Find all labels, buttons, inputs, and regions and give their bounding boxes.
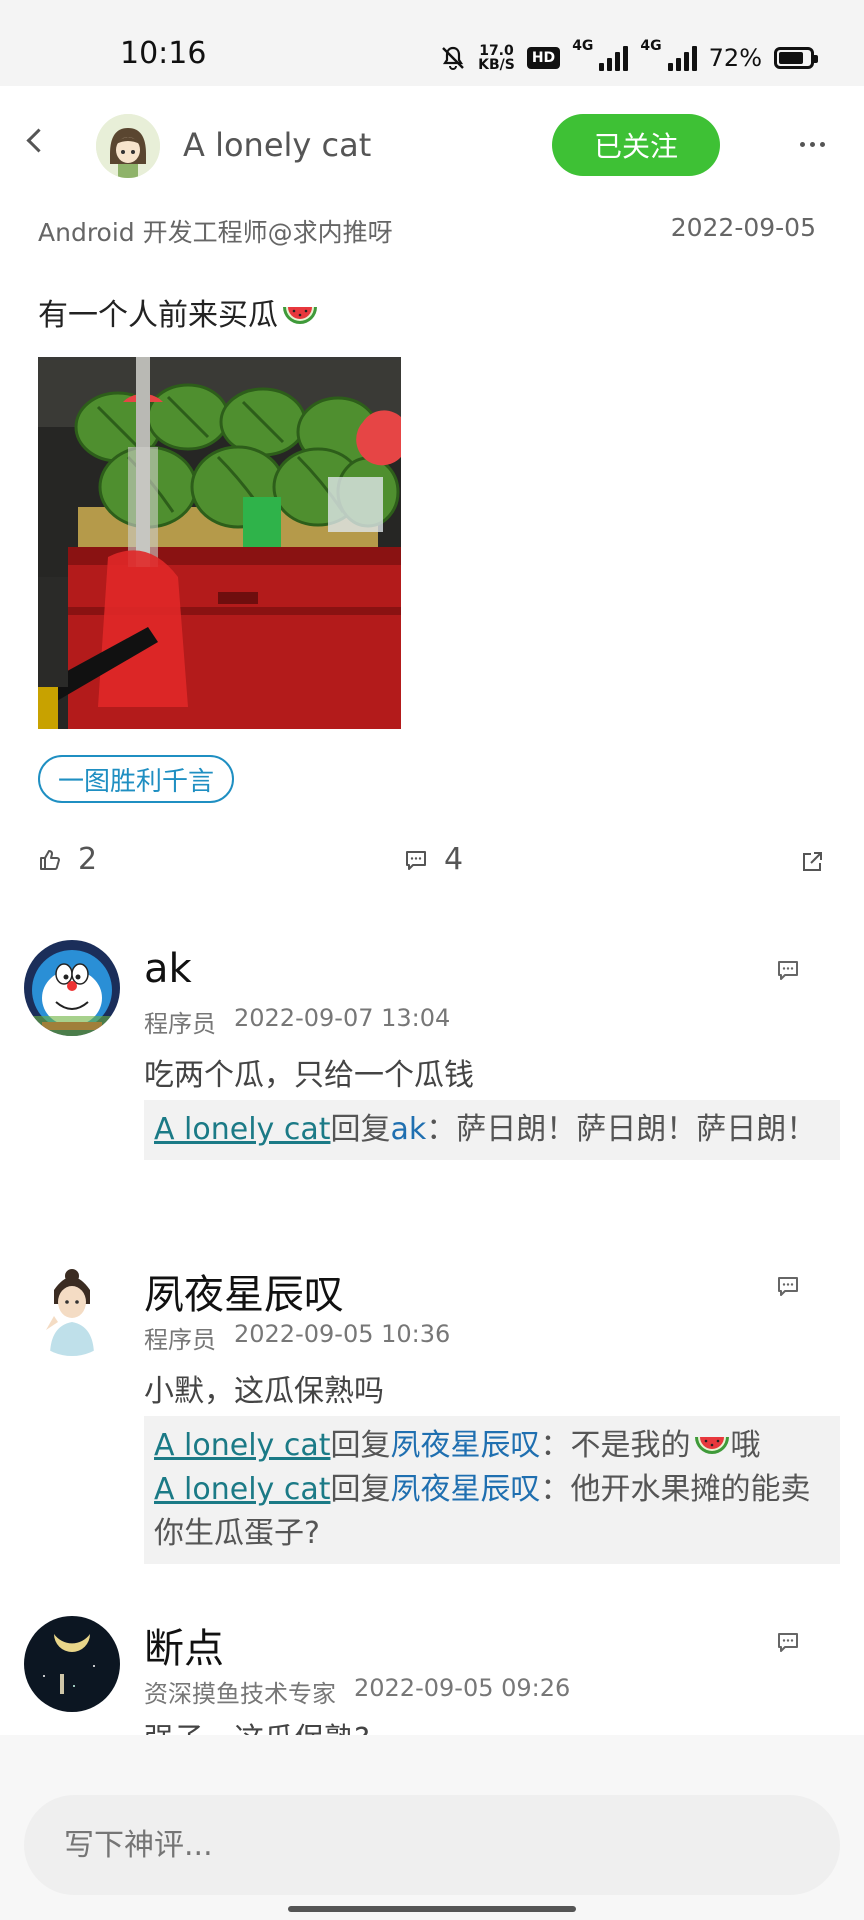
signal-icon-2 <box>667 45 697 71</box>
like-count: 2 <box>78 842 98 877</box>
status-icons: 17.0 KB/S HD 4G 4G 72% <box>440 38 818 78</box>
reply-icon[interactable] <box>776 958 800 982</box>
network-speed-unit: KB/S <box>478 57 515 73</box>
comment-item: 夙夜星辰叹 程序员 2022-09-05 10:36 小默，这瓜保熟吗 A lo… <box>0 1260 864 1570</box>
share-icon <box>803 852 822 871</box>
watermelon-cart-photo <box>38 357 401 729</box>
avatar-illustration <box>96 114 160 178</box>
commenter-role: 程序员 <box>144 1010 216 1038</box>
reply-item: A lonely cat回复ak：萨日朗！萨日朗！萨日朗！ <box>154 1108 830 1152</box>
comment-input[interactable] <box>24 1795 840 1895</box>
night-moon-avatar <box>24 1616 120 1712</box>
commenter-name[interactable]: 夙夜星辰叹 <box>144 1262 344 1320</box>
reply-target[interactable]: 夙夜星辰叹 <box>390 1472 540 1507</box>
reply-thread: A lonely cat回复夙夜星辰叹：不是我的 哦 A lonely cat回… <box>144 1416 840 1564</box>
reply-text: ：萨日朗！萨日朗！萨日朗！ <box>426 1112 817 1147</box>
reply-suffix: 哦 <box>730 1428 761 1463</box>
comment-meta: 资深摸鱼技术专家 2022-09-05 09:26 <box>144 1674 570 1709</box>
battery-icon <box>774 47 818 69</box>
avatar[interactable] <box>24 940 120 1036</box>
status-bar: 10:16 17.0 KB/S HD 4G 4G 72% <box>0 0 864 86</box>
comment-time: 2022-09-05 10:36 <box>234 1320 451 1348</box>
comment-button[interactable]: 4 <box>404 842 463 877</box>
like-button[interactable]: 2 <box>38 842 97 877</box>
mute-bell-icon <box>442 46 464 70</box>
chevron-left-icon[interactable] <box>26 128 51 153</box>
post-actions: 2 4 <box>38 842 828 892</box>
network-speed-value: 17.0 <box>479 43 514 59</box>
comment-icon <box>406 850 426 870</box>
reply-verb: 回复 <box>330 1472 391 1507</box>
post-detail-screen: 10:16 17.0 KB/S HD 4G 4G 72% A lonely ca… <box>0 0 864 1920</box>
reply-author[interactable]: A lonely cat <box>154 1428 330 1463</box>
reply-icon[interactable] <box>776 1630 800 1654</box>
commenter-role: 资深摸鱼技术专家 <box>144 1680 336 1708</box>
comment-text: 小默，这瓜保熟吗 <box>144 1374 384 1409</box>
commenter-name[interactable]: ak <box>144 946 192 992</box>
comment-item: 断点 资深摸鱼技术专家 2022-09-05 09:26 强子，这瓜保熟? <box>0 1616 864 1757</box>
comment-time: 2022-09-05 09:26 <box>354 1674 571 1702</box>
post-text: 有一个人前来买瓜 <box>38 290 318 334</box>
comment-meta: 程序员 2022-09-07 13:04 <box>144 1004 450 1039</box>
avatar[interactable] <box>24 1616 120 1712</box>
share-button[interactable] <box>800 850 824 874</box>
author-title: Android 开发工程师@求内推呀 <box>38 218 393 247</box>
watermelon-icon <box>283 307 317 324</box>
illustrated-avatar <box>24 1260 120 1356</box>
battery-percent: 72% <box>708 44 762 72</box>
follow-button[interactable]: 已关注 <box>552 114 720 176</box>
reply-thread: A lonely cat回复ak：萨日朗！萨日朗！萨日朗！ <box>144 1100 840 1160</box>
doraemon-avatar <box>24 940 120 1036</box>
comment-count: 4 <box>444 842 464 877</box>
network-type-1: 4G <box>572 38 594 54</box>
comment-text: 吃两个瓜，只给一个瓜钱 <box>144 1058 474 1093</box>
reply-verb: 回复 <box>330 1428 391 1463</box>
watermelon-icon <box>695 1437 730 1454</box>
reply-item: A lonely cat回复夙夜星辰叹：不是我的 哦 <box>154 1424 830 1468</box>
reply-author[interactable]: A lonely cat <box>154 1112 330 1147</box>
home-indicator[interactable] <box>288 1906 576 1912</box>
author-name[interactable]: A lonely cat <box>183 126 371 164</box>
comment-item: ak 程序员 2022-09-07 13:04 吃两个瓜，只给一个瓜钱 A lo… <box>0 940 864 1210</box>
topic-tag[interactable]: 一图胜利千言 <box>38 755 235 803</box>
thumbs-up-icon <box>40 849 60 870</box>
reply-target[interactable]: ak <box>390 1112 426 1147</box>
reply-icon[interactable] <box>776 1274 800 1298</box>
reply-target[interactable]: 夙夜星辰叹 <box>390 1428 540 1463</box>
post-image[interactable] <box>38 357 401 729</box>
top-bar: A lonely cat 已关注 <box>0 86 864 206</box>
comment-time: 2022-09-07 13:04 <box>234 1004 451 1032</box>
signal-icon <box>599 45 629 71</box>
comment-input-bar <box>0 1735 864 1920</box>
reply-item: A lonely cat回复夙夜星辰叹：他开水果摊的能卖你生瓜蛋子? <box>154 1468 830 1556</box>
reply-verb: 回复 <box>330 1112 391 1147</box>
avatar[interactable] <box>96 114 160 178</box>
post-meta: Android 开发工程师@求内推呀 2022-09-05 <box>38 213 816 253</box>
comment-meta: 程序员 2022-09-05 10:36 <box>144 1320 450 1355</box>
reply-author[interactable]: A lonely cat <box>154 1472 330 1507</box>
network-type-2: 4G <box>640 38 662 54</box>
reply-text: ：不是我的 <box>540 1428 691 1463</box>
status-time: 10:16 <box>120 36 207 71</box>
post-text-content: 有一个人前来买瓜 <box>38 298 278 333</box>
network-speed: 17.0 KB/S <box>478 44 515 72</box>
commenter-name[interactable]: 断点 <box>144 1616 224 1674</box>
post-date: 2022-09-05 <box>670 213 816 242</box>
more-dots-icon[interactable] <box>800 142 825 147</box>
hd-icon: HD <box>526 47 561 69</box>
commenter-role: 程序员 <box>144 1326 216 1354</box>
avatar[interactable] <box>24 1260 120 1356</box>
